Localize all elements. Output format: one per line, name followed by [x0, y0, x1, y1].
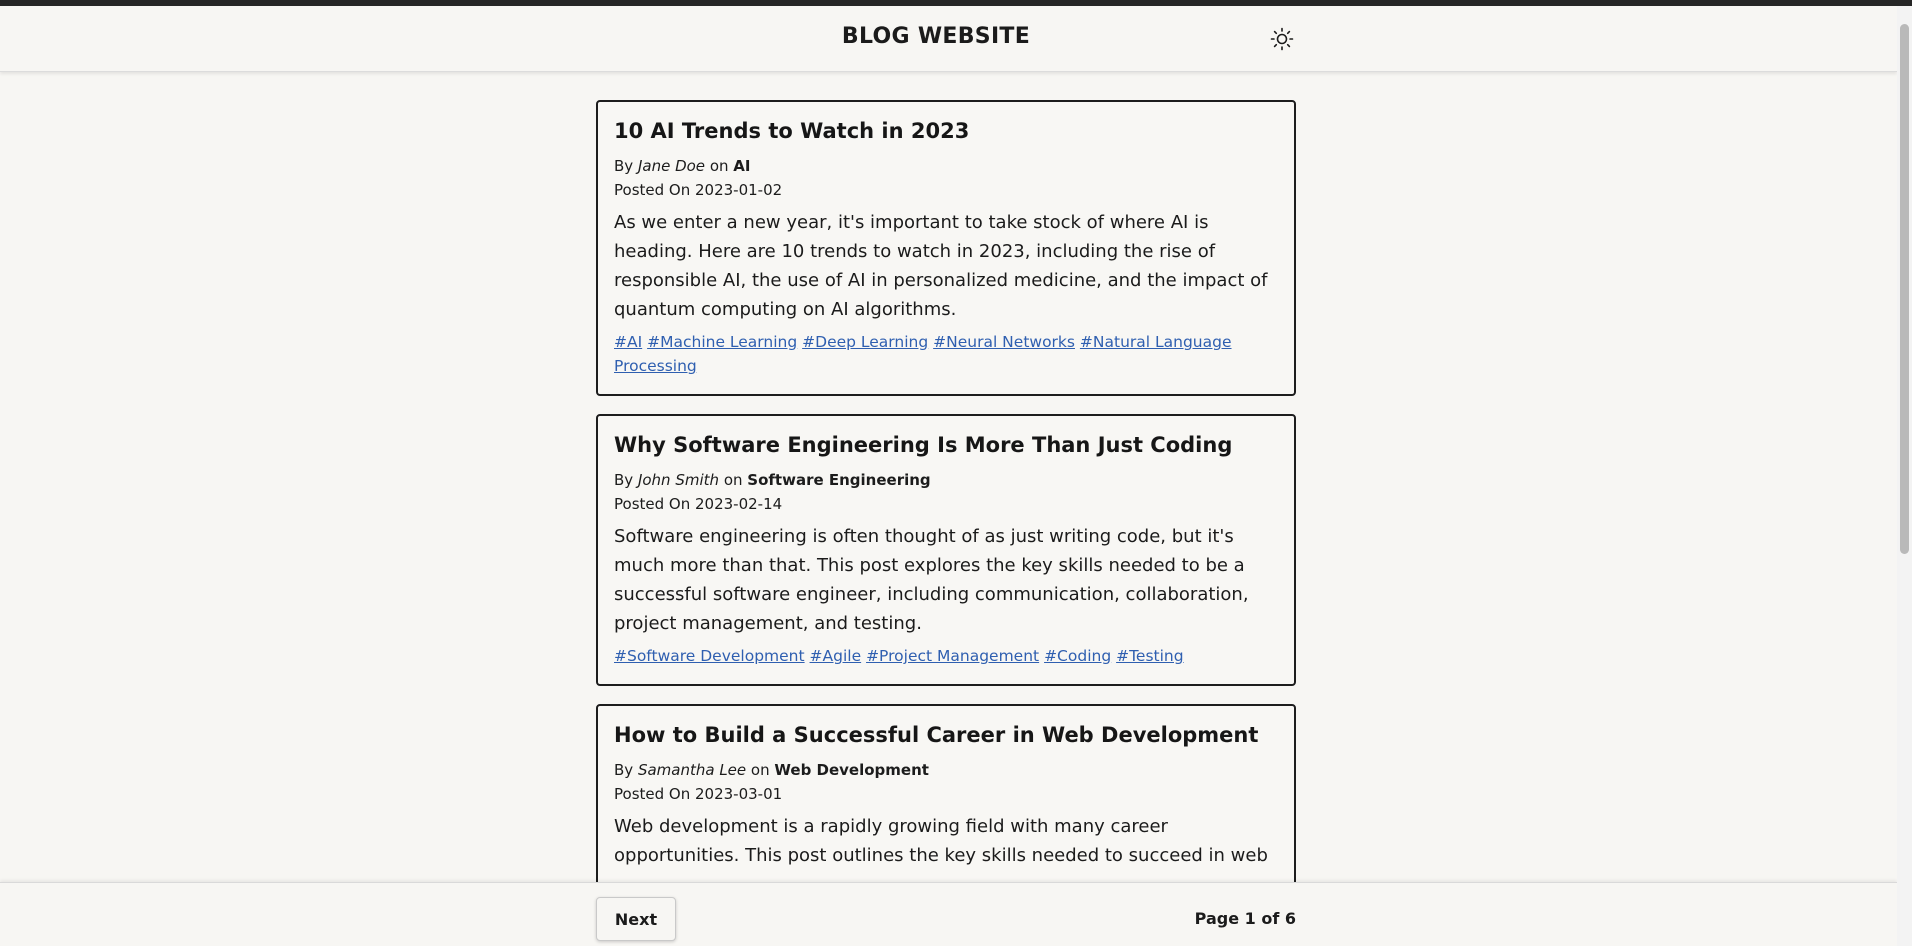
- post-category: Software Engineering: [747, 471, 931, 489]
- post-card: Why Software Engineering Is More Than Ju…: [596, 414, 1296, 686]
- post-byline: By John Smith on Software Engineering: [614, 468, 1278, 492]
- tag-link[interactable]: #Neural Networks: [933, 333, 1075, 351]
- posted-on-label: Posted On: [614, 181, 691, 199]
- post-byline: By Samantha Lee on Web Development: [614, 758, 1278, 782]
- post-category: AI: [733, 157, 751, 175]
- post-excerpt: As we enter a new year, it's important t…: [614, 212, 1268, 320]
- tag-link[interactable]: #Testing: [1116, 647, 1183, 665]
- post-byline: By Jane Doe on AI: [614, 154, 1278, 178]
- on-label: on: [750, 761, 770, 779]
- post-title[interactable]: 10 AI Trends to Watch in 2023: [614, 116, 1278, 146]
- by-label: By: [614, 761, 634, 779]
- post-card: How to Build a Successful Career in Web …: [596, 704, 1296, 888]
- post-excerpt: Web development is a rapidly growing fie…: [614, 816, 1268, 866]
- tag-link[interactable]: #Agile: [810, 647, 862, 665]
- theme-toggle-button[interactable]: [1267, 24, 1297, 54]
- post-date-line: Posted On 2023-01-02: [614, 178, 1278, 202]
- pagination-bar: Next Page 1 of 6: [0, 882, 1897, 946]
- post-card: 10 AI Trends to Watch in 2023 By Jane Do…: [596, 100, 1296, 396]
- post-excerpt: Software engineering is often thought of…: [614, 526, 1249, 634]
- site-header: BLOG WEBSITE: [0, 6, 1897, 72]
- post-date: 2023-02-14: [695, 495, 783, 513]
- post-author: Samantha Lee: [637, 761, 747, 779]
- post-date-line: Posted On 2023-02-14: [614, 492, 1278, 516]
- tag-link[interactable]: #Coding: [1044, 647, 1111, 665]
- posted-on-label: Posted On: [614, 785, 691, 803]
- post-title[interactable]: Why Software Engineering Is More Than Ju…: [614, 430, 1278, 460]
- post-tags: #Software Development #Agile #Project Ma…: [614, 644, 1278, 668]
- post-date-line: Posted On 2023-03-01: [614, 782, 1278, 806]
- scrollbar-thumb[interactable]: [1900, 24, 1909, 554]
- tag-link[interactable]: #Project Management: [866, 647, 1039, 665]
- sun-icon: [1270, 27, 1294, 51]
- post-tags: #AI #Machine Learning #Deep Learning #Ne…: [614, 330, 1278, 378]
- post-author: John Smith: [637, 471, 720, 489]
- post-date: 2023-01-02: [695, 181, 783, 199]
- page-scrollbar[interactable]: [1897, 6, 1912, 946]
- tag-link[interactable]: #Software Development: [614, 647, 805, 665]
- tag-link[interactable]: #AI: [614, 333, 642, 351]
- posted-on-label: Posted On: [614, 495, 691, 513]
- post-category: Web Development: [774, 761, 929, 779]
- post-date: 2023-03-01: [695, 785, 783, 803]
- tag-link[interactable]: #Deep Learning: [802, 333, 928, 351]
- next-page-button[interactable]: Next: [596, 897, 676, 941]
- by-label: By: [614, 471, 634, 489]
- by-label: By: [614, 157, 634, 175]
- post-feed: 10 AI Trends to Watch in 2023 By Jane Do…: [596, 100, 1296, 906]
- on-label: on: [709, 157, 729, 175]
- page-indicator: Page 1 of 6: [1194, 909, 1296, 928]
- tag-link[interactable]: #Machine Learning: [647, 333, 797, 351]
- post-author: Jane Doe: [637, 157, 706, 175]
- post-title[interactable]: How to Build a Successful Career in Web …: [614, 720, 1278, 750]
- on-label: on: [723, 471, 743, 489]
- site-title: BLOG WEBSITE: [841, 24, 1031, 49]
